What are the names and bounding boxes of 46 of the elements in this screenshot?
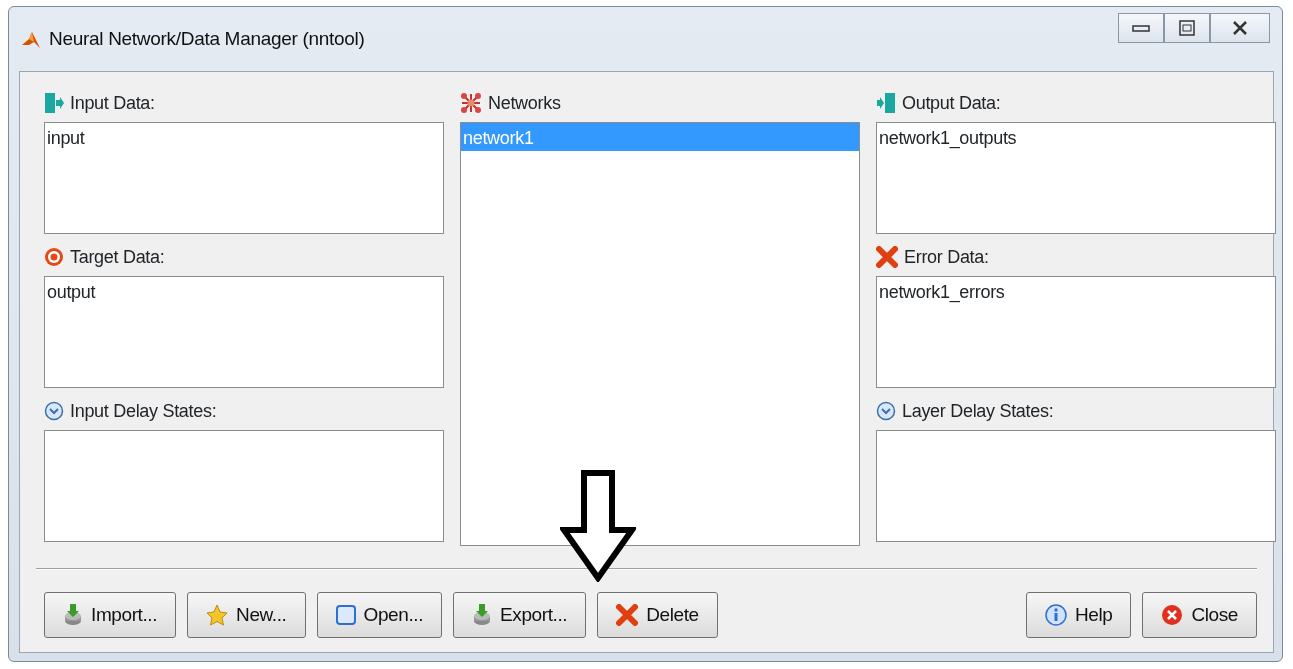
panel-label: Layer Delay States: — [902, 399, 1054, 423]
square-icon — [335, 605, 356, 625]
delete-icon — [616, 604, 639, 626]
network-icon — [460, 92, 482, 114]
list-box[interactable]: output — [44, 276, 444, 388]
dialog-button[interactable]: Help — [1025, 592, 1132, 638]
restore-button[interactable] — [1164, 13, 1210, 43]
panel-label: Output Data: — [902, 91, 1001, 115]
minimize-icon — [1132, 23, 1150, 33]
close-icon — [1161, 604, 1184, 626]
list-box[interactable] — [876, 430, 1276, 542]
close-icon — [1232, 20, 1248, 36]
dialog-button[interactable]: Delete — [597, 592, 718, 638]
list-item[interactable]: input — [45, 123, 443, 151]
panel-label: Input Data: — [70, 91, 155, 115]
minimize-button[interactable] — [1118, 13, 1164, 43]
dialog-button[interactable]: Export... — [453, 592, 587, 638]
list-box[interactable]: network1_errors — [876, 276, 1276, 388]
list-item[interactable]: output — [45, 277, 443, 305]
list-box[interactable]: input — [44, 122, 444, 234]
chevron-circle-icon — [44, 401, 64, 421]
window-title: Neural Network/Data Manager (nntool) — [49, 26, 365, 51]
info-icon — [1044, 604, 1067, 626]
data-out-icon — [876, 92, 896, 114]
list-item[interactable]: network1_errors — [877, 277, 1275, 305]
dialog-button[interactable]: Import... — [44, 592, 177, 638]
chevron-circle-icon — [876, 401, 896, 421]
down-arrow-icon — [560, 470, 636, 582]
panel-label: Target Data: — [70, 245, 165, 269]
restore-icon — [1179, 20, 1195, 36]
list-item[interactable]: network1_outputs — [877, 123, 1275, 151]
star-icon — [206, 604, 229, 626]
panel-label: Input Delay States: — [70, 399, 217, 423]
dialog-button[interactable]: Open... — [316, 592, 443, 638]
dialog-button[interactable]: New... — [187, 592, 306, 638]
x-mark-icon — [876, 246, 898, 268]
disk-arrow-icon — [472, 603, 493, 627]
list-box[interactable]: network1_outputs — [876, 122, 1276, 234]
close-button[interactable] — [1210, 13, 1270, 43]
dialog-button[interactable]: Close — [1142, 592, 1257, 638]
data-in-icon — [44, 92, 64, 114]
list-box[interactable] — [44, 430, 444, 542]
panel-label: Networks — [488, 91, 561, 115]
panel-label: Error Data: — [904, 245, 989, 269]
disk-arrow-icon — [63, 603, 83, 627]
target-icon — [44, 247, 64, 267]
